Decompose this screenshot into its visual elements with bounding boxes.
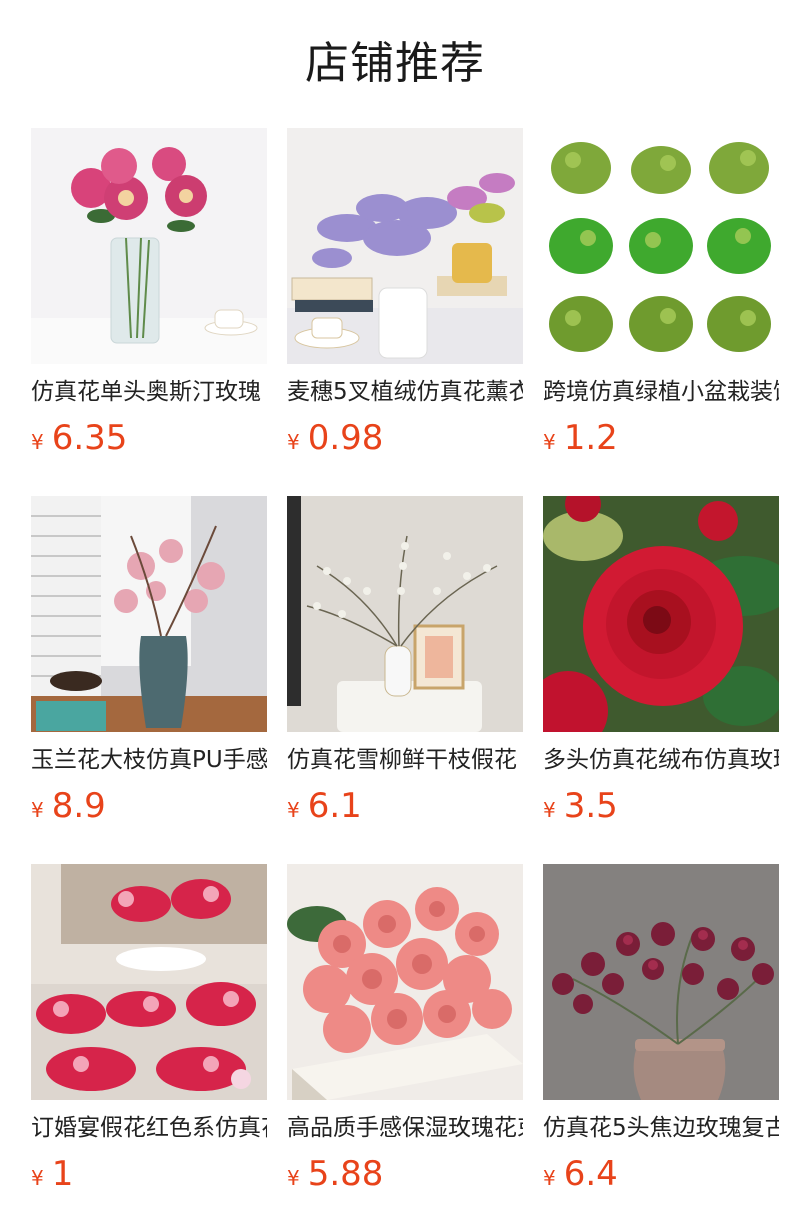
- product-price: ¥6.1: [287, 786, 523, 826]
- product-price: ¥0.98: [287, 418, 523, 458]
- price-value: 6.35: [51, 418, 128, 458]
- product-price: ¥1: [31, 1154, 267, 1194]
- product-card[interactable]: 仿真花5头焦边玫瑰复古 ¥6.4: [543, 864, 779, 1232]
- product-name: 玉兰花大枝仿真PU手感: [31, 747, 267, 773]
- price-value: 8.9: [51, 786, 106, 826]
- price-value: 5.88: [307, 1154, 384, 1194]
- product-grid: 仿真花单头奥斯汀玫瑰 ¥6.35 麦穗5叉植绒仿真花薰衣 ¥ 0.98 跨境仿真…: [31, 128, 781, 1232]
- shop-recommend-page: 店铺推荐 仿真花单头奥斯汀玫瑰 ¥ 6.35 麦穗5叉植绒仿真花薰衣 ¥ 0.9…: [0, 0, 790, 1232]
- product-card[interactable]: 仿真花单头奥斯汀玫瑰 ¥6.35: [31, 128, 267, 496]
- currency-symbol: ¥: [287, 430, 300, 454]
- price-value: 0.98: [307, 418, 384, 458]
- price-value: 6.1: [307, 786, 362, 826]
- product-name: 仿真花5头焦边玫瑰复古: [543, 1115, 779, 1141]
- product-card[interactable]: 跨境仿真绿植小盆栽装饰 ¥1.2: [543, 128, 779, 496]
- product-name: 跨境仿真绿植小盆栽装饰: [543, 379, 779, 405]
- product-name: 订婚宴假花红色系仿真花: [31, 1115, 267, 1141]
- currency-symbol: ¥: [31, 1166, 44, 1190]
- currency-symbol: ¥: [287, 798, 300, 822]
- product-price: ¥3.5: [543, 786, 779, 826]
- product-card[interactable]: 麦穗5叉植绒仿真花薰衣草 ¥0.98: [287, 128, 523, 496]
- page-title: 店铺推荐: [305, 38, 485, 89]
- pink-magnolia-in-teal-vase-icon: [31, 496, 267, 732]
- currency-symbol: ¥: [543, 798, 556, 822]
- green-plant-sprigs-grid-icon: [543, 128, 779, 364]
- product-name: 仿真花单头奥斯汀玫瑰: [31, 379, 261, 405]
- price-value: 3.5: [563, 786, 618, 826]
- product-price: ¥6.4: [543, 1154, 779, 1194]
- product-price: ¥6.35: [31, 418, 267, 458]
- lavender-bouquet-in-white-vase-icon: [287, 128, 523, 364]
- price-value: 1.2: [563, 418, 618, 458]
- product-name: 多头仿真花绒布仿真玫瑰: [543, 747, 779, 773]
- product-price: ¥5.88: [287, 1154, 523, 1194]
- currency-symbol: ¥: [31, 430, 44, 454]
- product-card[interactable]: 订婚宴假花红色系仿真花 ¥1: [31, 864, 267, 1232]
- coral-rose-bouquet-on-books-icon: [287, 864, 523, 1100]
- product-card[interactable]: 多头仿真花绒布仿真玫瑰 ¥3.5: [543, 496, 779, 864]
- product-card[interactable]: 玉兰花大枝仿真PU手感 ¥8.9: [31, 496, 267, 864]
- burgundy-roses-in-clay-pot-icon: [543, 864, 779, 1100]
- product-card[interactable]: 仿真花雪柳鲜干枝假花 ¥6.1: [287, 496, 523, 864]
- currency-symbol: ¥: [287, 1166, 300, 1190]
- white-willow-branches-in-vase-icon: [287, 496, 523, 732]
- price-value: 1: [51, 1154, 74, 1194]
- product-price: ¥1.2: [543, 418, 779, 458]
- currency-symbol: ¥: [543, 1166, 556, 1190]
- product-name: 仿真花雪柳鲜干枝假花: [287, 747, 517, 773]
- currency-symbol: ¥: [543, 430, 556, 454]
- product-price: ¥8.9: [31, 786, 267, 826]
- price-value: 6.4: [563, 1154, 618, 1194]
- product-name: 麦穗5叉植绒仿真花薰衣草: [287, 379, 523, 405]
- product-name: 高品质手感保湿玫瑰花束: [287, 1115, 523, 1141]
- pink-peony-roses-in-glass-vase-icon: [31, 128, 267, 364]
- currency-symbol: ¥: [31, 798, 44, 822]
- product-card[interactable]: 高品质手感保湿玫瑰花束 ¥5.88: [287, 864, 523, 1232]
- red-wedding-floral-arrangements-icon: [31, 864, 267, 1100]
- red-rose-closeup-icon: [543, 496, 779, 732]
